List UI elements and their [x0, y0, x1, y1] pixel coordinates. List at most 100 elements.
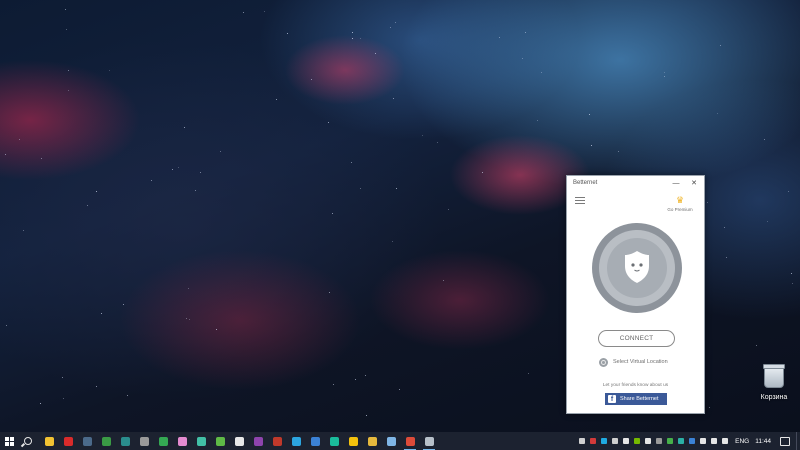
tray-green-icon[interactable]	[664, 432, 675, 450]
taskbar-app-cyan[interactable]	[325, 432, 343, 450]
star	[726, 257, 727, 258]
taskbar-app-blue[interactable]	[306, 432, 324, 450]
tray-folder-icon[interactable]	[653, 432, 664, 450]
tray-bluetooth-icon[interactable]	[686, 432, 697, 450]
star	[96, 191, 97, 192]
taskbar-app-chrome-green-icon	[158, 436, 168, 446]
taskbar-app-chrome[interactable]	[401, 432, 419, 450]
minimize-button[interactable]: —	[670, 178, 682, 190]
star	[151, 180, 152, 181]
taskbar-app-purple[interactable]	[249, 432, 267, 450]
connect-button[interactable]: CONNECT	[598, 330, 675, 347]
shield-ring	[599, 230, 675, 306]
taskbar-app-star[interactable]	[344, 432, 362, 450]
shield-mascot-icon	[625, 251, 649, 283]
star	[537, 120, 538, 121]
star	[392, 241, 393, 242]
window-title: Betternet	[573, 180, 598, 186]
star	[365, 375, 366, 376]
clock[interactable]: 11:44	[755, 438, 771, 445]
taskbar-app-gray[interactable]	[135, 432, 153, 450]
tray-arrow-icon[interactable]	[609, 432, 620, 450]
tray-bluetooth-icon-glyph	[688, 438, 695, 444]
taskbar-app-explorer-yellow[interactable]	[40, 432, 58, 450]
close-button[interactable]: ✕	[688, 178, 700, 190]
taskbar-app-teal[interactable]	[116, 432, 134, 450]
star	[287, 33, 288, 34]
taskbar-app-filezilla[interactable]	[59, 432, 77, 450]
taskbar-app-blue-icon	[310, 436, 320, 446]
star	[399, 389, 400, 390]
star	[351, 162, 352, 163]
taskbar: ENG 11:44	[0, 432, 800, 450]
taskbar-app-folder[interactable]	[363, 432, 381, 450]
taskbar-app-steam[interactable]	[78, 432, 96, 450]
star	[522, 58, 523, 59]
taskbar-app-steam-icon	[82, 436, 92, 446]
taskbar-app-network[interactable]	[192, 432, 210, 450]
star	[186, 318, 187, 319]
tray-skype-icon[interactable]	[598, 432, 609, 450]
taskbar-app-folder-icon	[367, 436, 377, 446]
tray-teal-icon[interactable]	[675, 432, 686, 450]
hamburger-menu-icon[interactable]	[575, 197, 585, 205]
star	[395, 22, 396, 23]
tray-icons	[576, 432, 730, 450]
star	[333, 384, 334, 385]
star	[188, 288, 189, 289]
taskbar-app-red-t-icon	[272, 436, 282, 446]
star	[352, 32, 353, 33]
star	[717, 113, 718, 114]
star	[437, 142, 438, 143]
star	[68, 70, 69, 71]
system-tray: ENG 11:44	[576, 432, 800, 450]
tray-gallery-icon[interactable]	[620, 432, 631, 450]
language-indicator[interactable]: ENG	[735, 438, 749, 445]
action-center-icon[interactable]	[780, 436, 790, 446]
tray-nvidia-icon[interactable]	[631, 432, 642, 450]
windows-logo-icon	[4, 436, 14, 446]
tray-speaker-icon[interactable]	[708, 432, 719, 450]
star	[724, 227, 725, 228]
share-prompt-text: Let your friends know about us	[602, 383, 669, 388]
star	[200, 172, 201, 173]
star	[589, 114, 590, 115]
star	[195, 190, 196, 191]
tray-red-icon[interactable]	[587, 432, 598, 450]
star	[87, 205, 88, 206]
taskbar-app-notepad[interactable]	[382, 432, 400, 450]
recycle-bin-shortcut[interactable]: Корзина	[752, 364, 796, 401]
start-button[interactable]	[0, 432, 18, 450]
star	[396, 188, 397, 189]
taskbar-app-network-icon	[196, 436, 206, 446]
tray-teal-icon-glyph	[677, 438, 684, 444]
tray-circle-icon[interactable]	[576, 432, 587, 450]
taskbar-app-betternet[interactable]	[420, 432, 438, 450]
share-betternet-button[interactable]: f Share Betternet	[605, 393, 667, 405]
show-desktop-button[interactable]	[796, 432, 800, 450]
taskbar-app-red-t[interactable]	[268, 432, 286, 450]
title-bar[interactable]: Betternet — ✕	[567, 176, 704, 192]
star	[41, 158, 42, 159]
star	[591, 145, 592, 146]
tray-cloud-icon[interactable]	[642, 432, 653, 450]
star	[220, 151, 221, 152]
taskbar-app-pink-icon	[177, 436, 187, 446]
star	[352, 38, 353, 39]
star	[68, 90, 69, 91]
star	[172, 169, 173, 170]
tray-battery-icon[interactable]	[719, 432, 730, 450]
taskbar-app-chrome-green[interactable]	[154, 432, 172, 450]
star	[618, 151, 619, 152]
go-premium-button[interactable]: ♛ Go Premium	[663, 196, 697, 213]
taskbar-app-telegram[interactable]	[287, 432, 305, 450]
select-virtual-location-button[interactable]: Select Virtual Location	[599, 356, 668, 368]
tray-network-icon[interactable]	[697, 432, 708, 450]
shield-status-circle[interactable]	[592, 223, 682, 313]
taskbar-app-green[interactable]	[97, 432, 115, 450]
taskbar-app-epic[interactable]	[230, 432, 248, 450]
taskbar-app-pink[interactable]	[173, 432, 191, 450]
star	[276, 99, 277, 100]
taskbar-app-utorrent[interactable]	[211, 432, 229, 450]
search-button[interactable]	[18, 432, 38, 450]
